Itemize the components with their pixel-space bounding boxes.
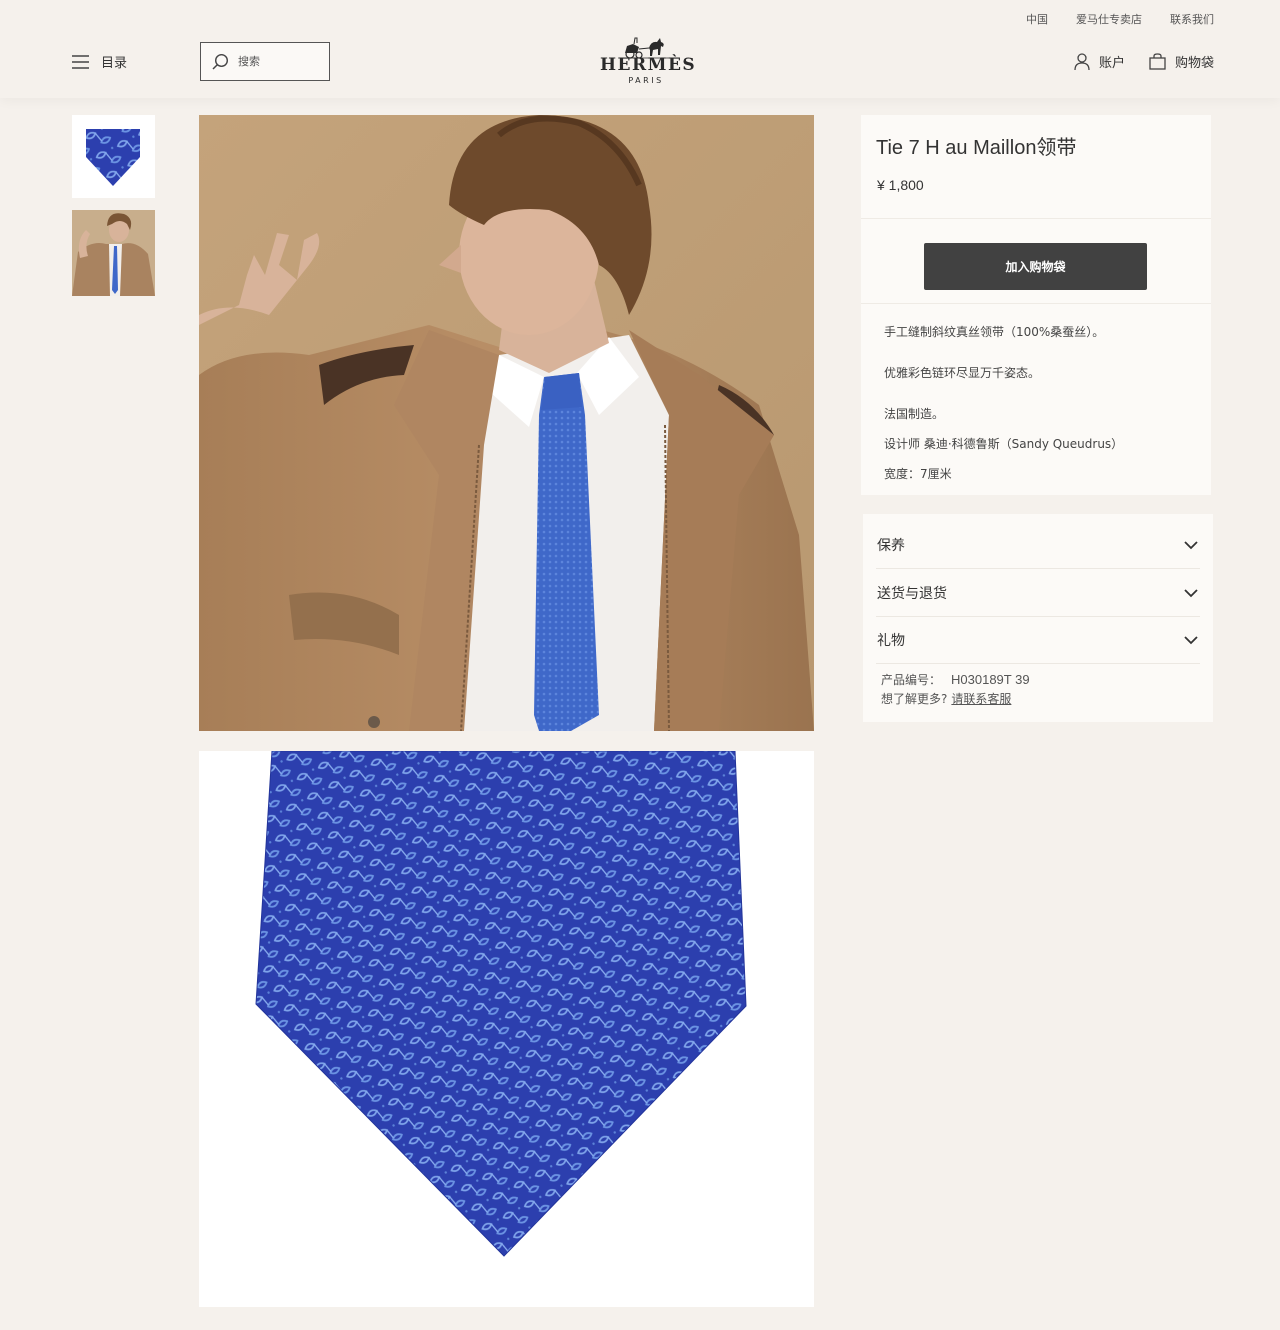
product-photo-model[interactable]: [199, 115, 814, 731]
product-price: ¥ 1,800: [877, 177, 924, 193]
region-link[interactable]: 中国: [1026, 11, 1048, 27]
chevron-down-icon: [1184, 588, 1198, 597]
search-box[interactable]: [200, 42, 330, 81]
description-line: 优雅彩色链环尽显万千姿态。: [884, 366, 1041, 380]
reference-label: 产品编号：: [881, 673, 942, 687]
utility-links: 中国 爱马仕专卖店 联系我们: [1026, 11, 1214, 27]
product-title: Tie 7 H au Maillon领带: [876, 137, 1077, 159]
description-line: 法国制造。: [884, 407, 945, 421]
carriage-logo-icon: [623, 37, 669, 59]
product-info-panel: Tie 7 H au Maillon领带 ¥ 1,800 加入购物袋 手工缝制斜…: [861, 115, 1211, 495]
model-photo-illustration: [199, 115, 814, 731]
contact-prompt: 想了解更多? 请联系客服: [881, 690, 1011, 707]
account-label: 账户: [1098, 56, 1125, 71]
tie-thumbnail-image: [86, 129, 140, 186]
contact-service-link[interactable]: 请联系客服: [951, 692, 1011, 706]
description-line: 手工缝制斜纹真丝领带（100%桑蚕丝）。: [884, 325, 1105, 339]
search-input[interactable]: [238, 55, 318, 68]
logo-city: PARIS: [628, 76, 664, 85]
user-icon: [1074, 52, 1090, 70]
model-thumbnail-image: [72, 210, 155, 296]
accordion-care[interactable]: 保养: [876, 522, 1200, 569]
shopping-bag-icon: [1149, 53, 1166, 70]
bag-label: 购物袋: [1174, 56, 1214, 71]
accordion-delivery-returns[interactable]: 送货与退货: [876, 570, 1200, 617]
chevron-down-icon: [1184, 635, 1198, 644]
product-details-accordion: 保养 送货与退货 礼物 产品编号： H030189T 39 想了解更多? 请联系客服: [863, 514, 1213, 722]
divider: [861, 303, 1211, 304]
logo-wordmark: HERMÈS: [600, 55, 697, 75]
thumbnail-model[interactable]: [72, 210, 155, 296]
site-header: 中国 爱马仕专卖店 联系我们 目录 HERMÈS PARIS: [0, 0, 1280, 98]
product-reference: 产品编号： H030189T 39: [881, 671, 1030, 688]
product-photo-tie[interactable]: [199, 751, 814, 1307]
stores-link[interactable]: 爱马仕专卖店: [1076, 11, 1142, 27]
more-question: 想了解更多?: [881, 692, 948, 706]
add-to-bag-button[interactable]: 加入购物袋: [924, 243, 1147, 290]
shopping-bag-button[interactable]: 购物袋: [1149, 52, 1214, 71]
tie-flat-image: [255, 751, 747, 1257]
accordion-label: 送货与退货: [877, 586, 947, 602]
accordion-label: 礼物: [877, 633, 905, 649]
header-actions: 账户 购物袋: [1074, 52, 1214, 71]
menu-button[interactable]: 目录: [72, 52, 127, 71]
accordion-label: 保养: [877, 538, 905, 554]
reference-code: H030189T 39: [951, 672, 1030, 687]
hermes-logo[interactable]: HERMÈS PARIS: [600, 33, 697, 87]
contact-link[interactable]: 联系我们: [1170, 11, 1214, 27]
thumbnail-tie[interactable]: [72, 115, 155, 198]
account-button[interactable]: 账户: [1074, 52, 1125, 71]
width-line: 宽度：7厘米: [884, 467, 952, 481]
hamburger-icon: [72, 54, 89, 69]
search-icon: [212, 53, 229, 70]
divider: [861, 218, 1211, 219]
menu-label: 目录: [101, 56, 128, 71]
chevron-down-icon: [1184, 540, 1198, 549]
accordion-gift[interactable]: 礼物: [876, 617, 1200, 664]
designer-line: 设计师 桑迪·科德鲁斯（Sandy Queudrus）: [884, 437, 1124, 451]
